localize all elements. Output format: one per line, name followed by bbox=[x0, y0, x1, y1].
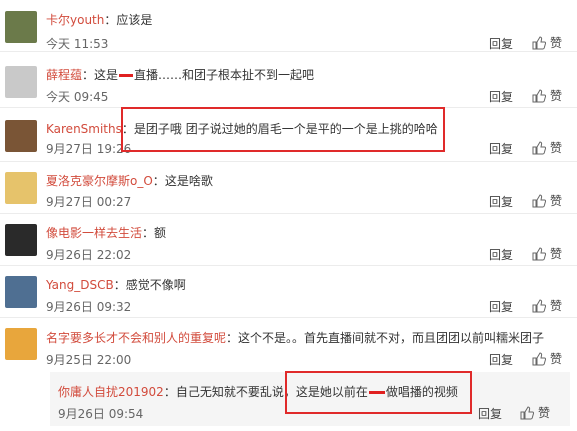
comment-separator: ： bbox=[226, 331, 239, 345]
comment-item: 像电影一样去生活：额 9月26日 22:02 回复 赞 bbox=[0, 214, 577, 266]
comment-time: 9月26日 09:54 bbox=[58, 407, 144, 421]
comment-time: 9月25日 22:00 bbox=[46, 353, 132, 367]
comment-text: 应该是 bbox=[116, 13, 153, 27]
username[interactable]: KarenSmiths bbox=[46, 122, 122, 136]
reply-button[interactable]: 回复 bbox=[489, 246, 513, 263]
like-button[interactable]: 赞 bbox=[532, 87, 562, 104]
comment-item: KarenSmiths：是团子哦 团子说过她的眉毛一个是平的一个是上挑的哈哈 9… bbox=[0, 110, 577, 162]
reply-button[interactable]: 回复 bbox=[489, 140, 513, 157]
username[interactable]: Yang_DSCB bbox=[46, 278, 114, 292]
thumbs-up-icon bbox=[520, 405, 534, 419]
reply-button[interactable]: 回复 bbox=[489, 298, 513, 315]
like-label: 赞 bbox=[538, 406, 551, 420]
username[interactable]: 你庸人自扰201902 bbox=[58, 385, 164, 399]
like-button[interactable]: 赞 bbox=[520, 404, 550, 421]
username[interactable]: 薛程蕴 bbox=[46, 68, 82, 82]
comment-text-suffix: 做唱播的视频 bbox=[385, 385, 458, 399]
comment-item: 夏洛克豪尔摩斯o_O：这是啥歌 9月27日 00:27 回复 赞 bbox=[0, 162, 577, 214]
comment-time: 今天 09:45 bbox=[46, 90, 109, 104]
avatar[interactable] bbox=[5, 172, 37, 204]
comment-text-prefix: 自己无知就不要乱说，这是她以前在 bbox=[175, 385, 368, 399]
comment-time: 9月27日 00:27 bbox=[46, 195, 132, 209]
username[interactable]: 夏洛克豪尔摩斯o_O bbox=[46, 174, 153, 188]
avatar[interactable] bbox=[5, 276, 37, 308]
comment-item: 薛程蕴：这是 直播……和团子根本扯不到一起吧 今天 09:45 回复 赞 bbox=[0, 56, 577, 108]
comment-text-prefix: 这是 bbox=[94, 68, 119, 82]
thumbs-up-icon bbox=[532, 35, 546, 49]
thumbs-up-icon bbox=[532, 140, 546, 154]
redaction-mark bbox=[119, 74, 134, 77]
avatar[interactable] bbox=[5, 66, 37, 98]
thumbs-up-icon bbox=[532, 246, 546, 260]
avatar[interactable] bbox=[5, 11, 37, 43]
reply-button[interactable]: 回复 bbox=[489, 88, 513, 105]
like-button[interactable]: 赞 bbox=[532, 34, 562, 51]
comment-separator: ： bbox=[104, 13, 117, 27]
like-label: 赞 bbox=[550, 299, 563, 313]
thumbs-up-icon bbox=[532, 351, 546, 365]
reply-button[interactable]: 回复 bbox=[478, 405, 502, 422]
comment-item: 名字要多长才不会和别人的重复呢：这个不是。。首先直播间就不对，而且团团以前叫糯米… bbox=[0, 318, 577, 370]
thumbs-up-icon bbox=[532, 88, 546, 102]
username[interactable]: 像电影一样去生活 bbox=[46, 226, 142, 240]
like-button[interactable]: 赞 bbox=[532, 350, 562, 367]
like-button[interactable]: 赞 bbox=[532, 139, 562, 156]
like-label: 赞 bbox=[550, 247, 563, 261]
comment-text: 感觉不像啊 bbox=[125, 278, 186, 292]
username[interactable]: 名字要多长才不会和别人的重复呢 bbox=[46, 331, 226, 345]
comment-text: 这个不是。。首先直播间就不对，而且团团以前叫糯米团子 bbox=[238, 331, 545, 345]
username[interactable]: 卡尔youth bbox=[46, 13, 104, 27]
comment-time: 9月26日 09:32 bbox=[46, 300, 132, 314]
avatar[interactable] bbox=[5, 224, 37, 256]
like-label: 赞 bbox=[550, 352, 563, 366]
like-button[interactable]: 赞 bbox=[532, 192, 562, 209]
sub-reply: 你庸人自扰201902：自己无知就不要乱说，这是她以前在 做唱播的视频 9月26日… bbox=[50, 372, 570, 426]
comment-text: 是团子哦 团子说过她的眉毛一个是平的一个是上挑的哈哈 bbox=[133, 122, 438, 136]
like-button[interactable]: 赞 bbox=[532, 245, 562, 262]
like-label: 赞 bbox=[550, 36, 563, 50]
comment-separator: ： bbox=[82, 68, 95, 82]
comment-item: 卡尔youth：应该是 今天 11:53 回复 赞 bbox=[0, 0, 577, 52]
thumbs-up-icon bbox=[532, 193, 546, 207]
comment-time: 9月26日 22:02 bbox=[46, 248, 132, 262]
comment-separator: ： bbox=[113, 278, 126, 292]
avatar[interactable] bbox=[5, 120, 37, 152]
comment-item: Yang_DSCB：感觉不像啊 9月26日 09:32 回复 赞 bbox=[0, 266, 577, 318]
like-label: 赞 bbox=[550, 89, 563, 103]
comment-text: 这是啥歌 bbox=[164, 174, 213, 188]
comment-text: 额 bbox=[154, 226, 167, 240]
reply-button[interactable]: 回复 bbox=[489, 193, 513, 210]
comment-time: 9月27日 19:26 bbox=[46, 142, 132, 156]
comment-separator: ： bbox=[152, 174, 165, 188]
reply-button[interactable]: 回复 bbox=[489, 35, 513, 52]
like-label: 赞 bbox=[550, 194, 563, 208]
comment-separator: ： bbox=[121, 122, 134, 136]
comment-time: 今天 11:53 bbox=[46, 37, 109, 51]
like-label: 赞 bbox=[550, 141, 563, 155]
like-button[interactable]: 赞 bbox=[532, 297, 562, 314]
comment-separator: ： bbox=[163, 385, 176, 399]
reply-button[interactable]: 回复 bbox=[489, 351, 513, 368]
redaction-mark bbox=[368, 391, 385, 394]
comment-separator: ： bbox=[142, 226, 155, 240]
thumbs-up-icon bbox=[532, 298, 546, 312]
comment-text-suffix: 直播……和团子根本扯不到一起吧 bbox=[134, 68, 315, 82]
avatar[interactable] bbox=[5, 328, 37, 360]
